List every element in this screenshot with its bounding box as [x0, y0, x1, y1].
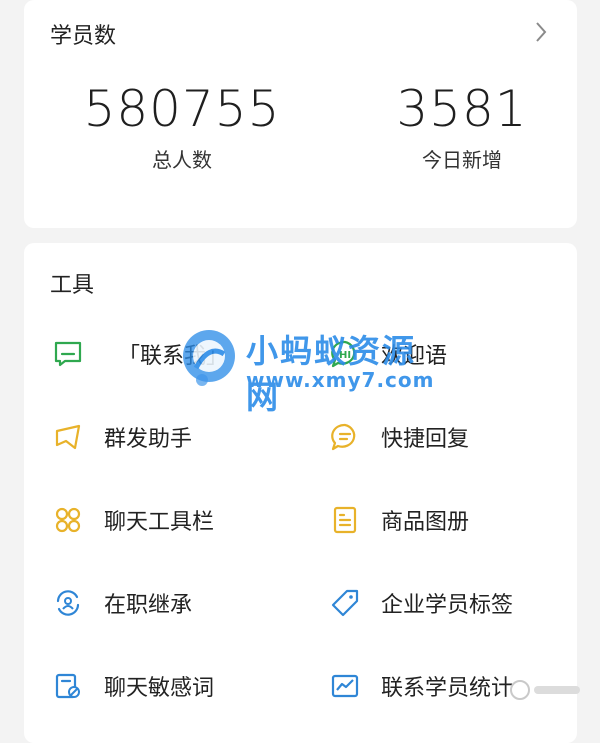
tool-label: 在职继承: [104, 593, 193, 618]
svg-text:HI: HI: [339, 350, 351, 361]
transfer-person-icon: [52, 587, 84, 619]
quick-reply-icon: [329, 421, 361, 453]
new-today-label: 今日新增: [422, 148, 502, 172]
stats-chart-icon: [329, 670, 361, 702]
tool-contact-me[interactable]: 「联系我」: [52, 329, 302, 379]
total-students-value: 580755: [83, 80, 281, 138]
tag-icon: [329, 587, 361, 619]
tools-title: 工具: [50, 273, 95, 298]
grid-flower-icon: [52, 504, 84, 536]
total-students-label: 总人数: [152, 148, 212, 172]
new-today-stat[interactable]: 3581 今日新增: [342, 80, 582, 173]
tool-quick-reply[interactable]: 快捷回复: [329, 412, 579, 462]
tool-label: 「联系我」: [118, 344, 229, 369]
tool-label: 企业学员标签: [381, 593, 514, 618]
chevron-right-icon[interactable]: [527, 18, 555, 46]
tool-label: 聊天敏感词: [104, 676, 215, 701]
tool-label: 欢迎语: [381, 344, 448, 369]
sensitive-word-icon: [52, 670, 84, 702]
megaphone-icon: [52, 421, 84, 453]
hi-bubble-icon: HI: [329, 338, 361, 370]
tool-label: 快捷回复: [381, 427, 470, 452]
tool-welcome-message[interactable]: HI 欢迎语: [329, 329, 579, 379]
tool-label: 商品图册: [381, 510, 470, 535]
tool-label: 群发助手: [104, 427, 193, 452]
tool-label: 聊天工具栏: [104, 510, 215, 535]
total-students-stat[interactable]: 580755 总人数: [62, 80, 302, 173]
new-today-value: 3581: [396, 80, 528, 138]
tool-product-catalog[interactable]: 商品图册: [329, 495, 579, 545]
tool-job-inheritance[interactable]: 在职继承: [52, 578, 302, 628]
student-count-title: 学员数: [50, 24, 117, 49]
tool-enterprise-student-tags[interactable]: 企业学员标签: [329, 578, 579, 628]
tools-card: 工具 「联系我」 HI 欢迎语 群发助手 快捷回复 聊天工具栏 商品图册 在职继…: [24, 243, 577, 743]
tool-mass-send-assistant[interactable]: 群发助手: [52, 412, 302, 462]
tool-chat-sensitive-words[interactable]: 聊天敏感词: [52, 661, 302, 711]
catalog-icon: [329, 504, 361, 536]
tool-chat-toolbar[interactable]: 聊天工具栏: [52, 495, 302, 545]
chat-square-icon: [52, 338, 84, 370]
tool-contact-student-stats[interactable]: 联系学员统计: [329, 661, 579, 711]
tool-label: 联系学员统计: [381, 676, 514, 701]
student-count-card: 学员数 580755 总人数 3581 今日新增: [24, 0, 577, 228]
